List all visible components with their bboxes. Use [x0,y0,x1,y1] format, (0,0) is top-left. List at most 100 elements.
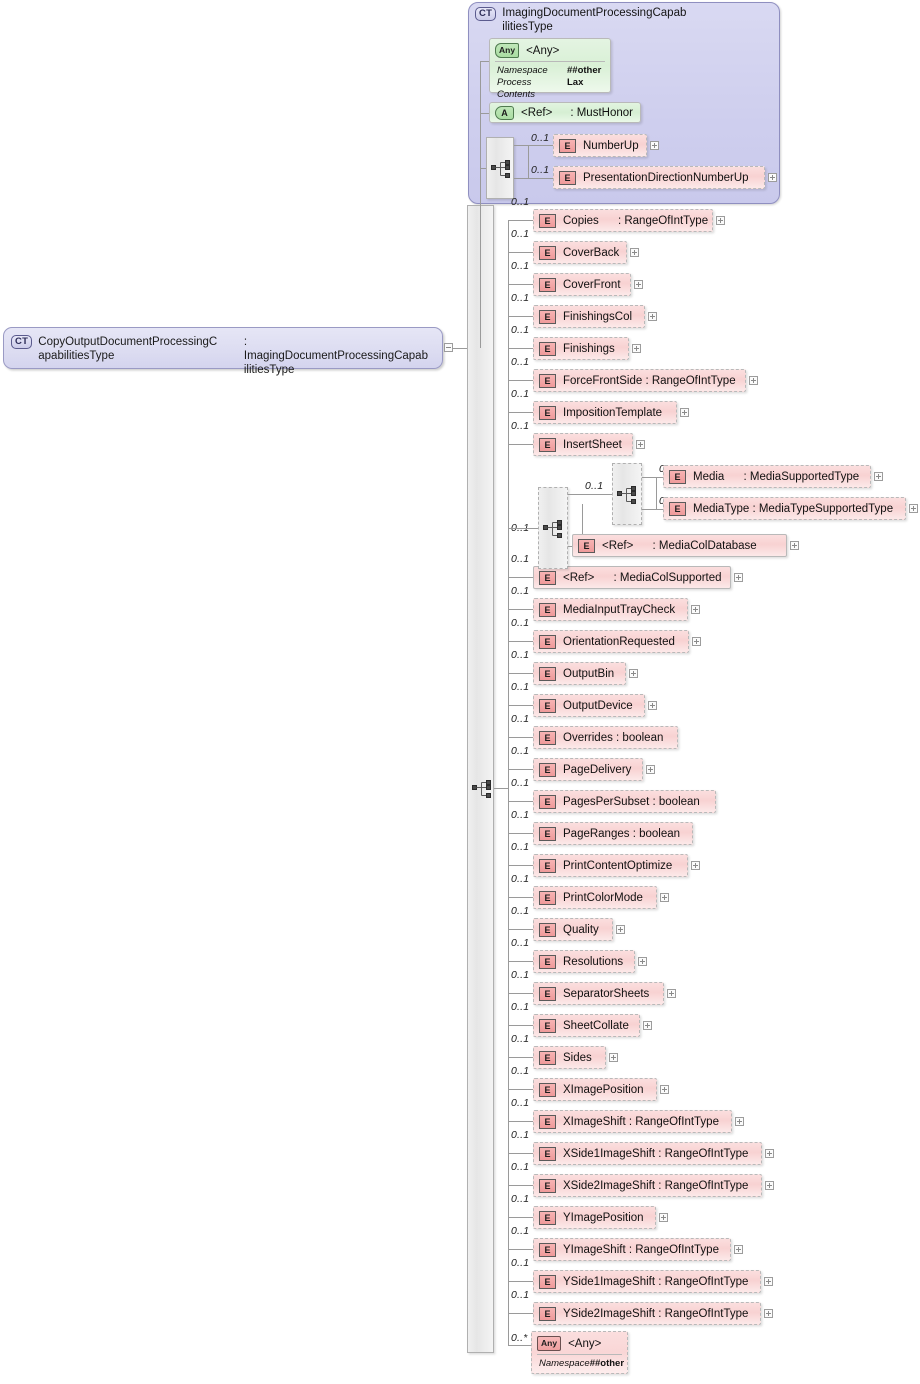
occurrence-label: 0..1 [511,1161,530,1173]
element-node[interactable]: E PageRanges : boolean [533,822,693,845]
expand-toggle[interactable] [735,1117,744,1126]
element-node[interactable]: E Resolutions [533,950,635,973]
expand-toggle[interactable] [749,376,758,385]
expand-toggle[interactable] [616,925,625,934]
element-node[interactable]: E OutputDevice [533,694,645,717]
element-node[interactable]: E XSide1ImageShift : RangeOfIntType [533,1142,762,1165]
any-node[interactable]: Any <Any> Namespace ##other Process Cont… [489,38,611,100]
element-node[interactable]: E XImagePosition [533,1078,657,1101]
expand-toggle[interactable] [680,408,689,417]
element-label: XImagePosition [563,1083,644,1096]
expand-toggle[interactable] [667,989,676,998]
connector-to-element [508,961,533,962]
expand-toggle[interactable] [716,216,725,225]
expand-toggle[interactable] [764,1309,773,1318]
element-node[interactable]: E PrintColorMode [533,886,657,909]
element-node[interactable]: E YSide1ImageShift : RangeOfIntType [533,1270,761,1293]
occurrence-label: 0..1 [511,969,530,981]
element-node[interactable]: E XSide2ImageShift : RangeOfIntType [533,1174,762,1197]
type-reference-box[interactable]: CT CopyOutputDocumentProcessingC apabili… [3,327,443,376]
element-node[interactable]: E Overrides : boolean [533,726,678,749]
element-node[interactable]: E FinishingsCol [533,305,645,328]
connector-to-element [508,673,533,674]
expand-toggle[interactable] [646,765,655,774]
complextype-icon: CT [475,7,497,21]
element-node[interactable]: E XImageShift : RangeOfIntType [533,1110,732,1133]
expand-toggle[interactable] [648,312,657,321]
element-icon: E [669,501,686,516]
element-node[interactable]: E ForceFrontSide : RangeOfIntType [533,369,746,392]
element-node[interactable]: E Quality [533,918,613,941]
occurrence-label: 0..* [511,1332,528,1344]
expand-toggle[interactable] [734,1245,743,1254]
element-node-mediatype[interactable]: E MediaType : MediaTypeSupportedType [663,497,906,520]
expand-toggle[interactable] [643,1021,652,1030]
element-node[interactable]: E Finishings [533,337,629,360]
element-node[interactable]: E InsertSheet [533,433,633,456]
expand-toggle[interactable] [765,1149,774,1158]
element-label: Finishings [563,342,615,355]
connector-main-trunk-left [480,168,481,348]
expand-toggle[interactable] [629,669,638,678]
attribute-icon: A [495,105,514,120]
expand-toggle[interactable] [638,957,647,966]
element-icon: E [539,954,556,969]
expand-toggle[interactable] [634,280,643,289]
occurrence-label: 0..1 [511,553,530,565]
attribute-ref-node[interactable]: A <Ref> : MustHonor [489,102,641,123]
occurrence-label: 0..1 [585,480,604,492]
element-node[interactable]: E Copies : RangeOfIntType [533,209,713,232]
expand-toggle[interactable] [874,472,883,481]
expand-toggle[interactable] [609,1053,618,1062]
element-node[interactable]: E MediaInputTrayCheck [533,598,688,621]
expand-toggle[interactable] [691,605,700,614]
occurrence-label: 0..1 [511,1289,530,1301]
any-tail-node[interactable]: Any <Any> Namespace ##other [531,1331,628,1374]
expand-toggle[interactable] [650,141,659,150]
expand-toggle[interactable] [659,1213,668,1222]
expand-toggle[interactable] [765,1181,774,1190]
occurrence-label: 0..1 [511,388,530,400]
expand-toggle[interactable] [636,440,645,449]
expand-toggle[interactable] [632,344,641,353]
element-node[interactable]: E CoverFront [533,273,631,296]
element-node[interactable]: E OrientationRequested [533,630,689,653]
element-node[interactable]: E <Ref> : MediaColSupported [533,566,731,589]
element-node[interactable]: E PageDelivery [533,758,643,781]
expand-toggle[interactable] [909,504,918,513]
element-label: YSide1ImageShift : RangeOfIntType [563,1275,749,1288]
expand-toggle[interactable] [660,893,669,902]
connector-to-media-group [508,528,538,529]
connector-inner-seq-trunk [528,145,529,178]
expand-toggle[interactable] [630,248,639,257]
element-node[interactable]: E SeparatorSheets [533,982,664,1005]
element-node-mediacoldatabase[interactable]: E <Ref> : MediaColDatabase [572,534,787,557]
element-label: YImageShift : RangeOfIntType [563,1243,719,1256]
element-label: SheetCollate [563,1019,629,1032]
element-node[interactable]: E YImageShift : RangeOfIntType [533,1238,731,1261]
occurrence-label: 0..1 [511,809,530,821]
element-label: XSide2ImageShift : RangeOfIntType [563,1179,749,1192]
element-node[interactable]: E YSide2ImageShift : RangeOfIntType [533,1302,761,1325]
element-node[interactable]: E ImpositionTemplate [533,401,677,424]
connector-to-element [508,1057,533,1058]
element-icon: E [559,138,576,153]
element-node[interactable]: E PrintContentOptimize [533,854,688,877]
expand-toggle[interactable] [768,173,777,182]
element-node[interactable]: E Sides [533,1046,606,1069]
element-node-presentationdirectionnumberup[interactable]: E PresentationDirectionNumberUp [553,166,765,189]
expand-toggle[interactable] [692,637,701,646]
element-node[interactable]: E PagesPerSubset : boolean [533,790,716,813]
element-node-numberup[interactable]: E NumberUp [553,134,647,157]
expand-toggle[interactable] [734,573,743,582]
expand-toggle[interactable] [764,1277,773,1286]
element-node[interactable]: E CoverBack [533,241,627,264]
expand-toggle[interactable] [790,541,799,550]
expand-toggle[interactable] [691,861,700,870]
element-node[interactable]: E OutputBin [533,662,626,685]
expand-toggle[interactable] [660,1085,669,1094]
element-node-media[interactable]: E Media : MediaSupportedType [663,465,871,488]
element-node[interactable]: E YImagePosition [533,1206,656,1229]
element-node[interactable]: E SheetCollate [533,1014,640,1037]
expand-toggle[interactable] [648,701,657,710]
